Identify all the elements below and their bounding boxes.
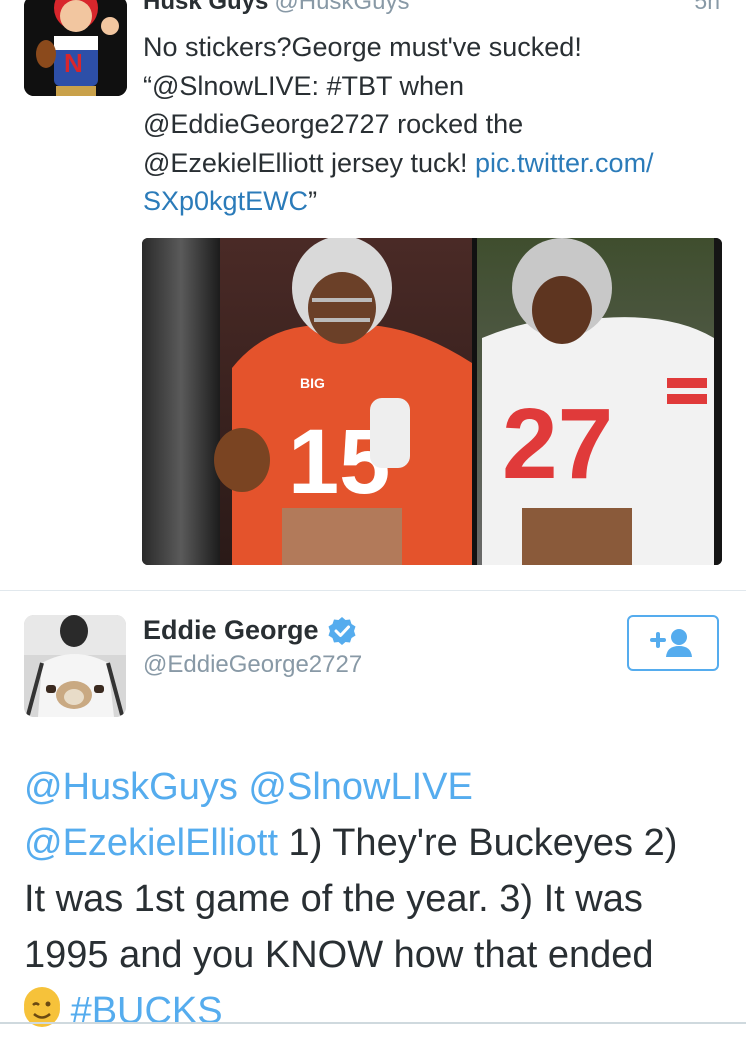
tweet1-line: @EddieGeorge2727 rocked the [143,109,524,139]
follow-button[interactable] [627,615,719,671]
tweet2-text: @HuskGuys @SlnowLIVE @EzekielElliott 1) … [24,759,724,1039]
tweet-husk-guys[interactable]: N Husk Guys @HuskGuys 5h No stickers?Geor… [0,0,746,590]
tweet1-quote-close: ” [308,186,318,216]
mention-huskguys[interactable]: @HuskGuys [24,766,238,808]
tweet1-line: SXp0kgtEWC” [143,182,723,221]
tweet1-header: Husk Guys @HuskGuys [143,0,409,16]
tweet1-author-name[interactable]: Husk Guys [143,0,268,15]
tweet1-pic-link-cont[interactable]: SXp0kgtEWC [143,186,308,216]
husk-guys-avatar[interactable]: N [24,0,127,96]
tweet1-author-handle[interactable]: @HuskGuys [274,0,409,15]
tweet-eddie-george[interactable]: Eddie George @EddieGeorge2727 @HuskGuys … [0,591,746,1032]
tweet1-line: “@SlnowLIVE: #TBT when [143,70,465,101]
tweet2-line: 1995 and you KNOW how that ended [24,934,654,976]
tweet2-line: @HuskGuys @SlnowLIVE [24,759,724,815]
tweet2-text-part: 1) They're Buckeyes 2) [278,822,678,864]
mention-ezekielelliott[interactable]: @EzekielElliott [24,822,278,864]
winking-face-icon [24,987,60,1027]
tweet1-media-image[interactable]: BIG 15 27 [142,238,722,565]
eddie-george-avatar[interactable] [24,615,126,717]
tweet2-line: #BUCKS [24,983,724,1039]
tweet1-line: No stickers?George must've sucked! [143,32,582,62]
svg-text:N: N [64,48,83,78]
follow-user-icon [650,629,692,657]
jersey-number-right: 27 [502,388,613,500]
tweet2-line: It was 1st game of the year. 3) It was [24,878,643,920]
tweet1-text: No stickers?George must've sucked! “@Sln… [143,28,723,221]
mention-slnowlive[interactable]: @SlnowLIVE [248,766,472,808]
tweet2-line: @EzekielElliott 1) They're Buckeyes 2) [24,815,724,871]
hashtag-bucks[interactable]: #BUCKS [71,990,223,1032]
tweet2-author-row: Eddie George [143,615,357,646]
tweet1-line: @EzekielElliott jersey tuck! pic.twitter… [143,144,723,183]
tweet1-pic-link[interactable]: pic.twitter.com/ [475,148,654,178]
tweet2-author-name[interactable]: Eddie George [143,615,319,646]
tweet1-line-text: @EzekielElliott jersey tuck! [143,147,476,178]
verified-badge-icon [327,616,357,646]
tweet1-timestamp: 5h [694,0,720,14]
tweet2-author-handle[interactable]: @EddieGeorge2727 [143,651,362,679]
jersey-badge-big: BIG [300,375,325,391]
